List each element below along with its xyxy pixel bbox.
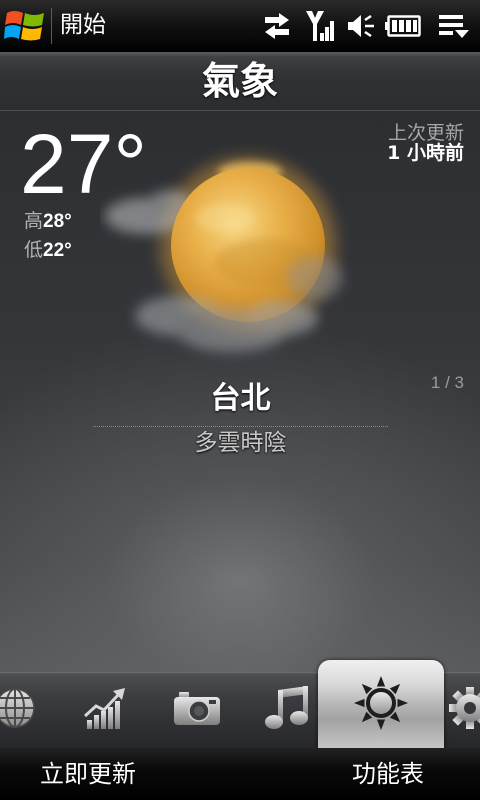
sync-icon[interactable] — [262, 12, 292, 40]
status-bar: 開始 — [0, 0, 480, 52]
tab-music[interactable] — [262, 672, 314, 748]
stocks-chart-icon — [83, 688, 125, 729]
cloud-right — [287, 256, 343, 300]
page-indicator: 1 / 3 — [430, 373, 464, 392]
start-button[interactable]: 開始 — [0, 0, 118, 52]
weather-sun-icon — [354, 676, 408, 730]
menu-softkey[interactable]: 功能表 — [300, 748, 480, 800]
start-separator — [51, 8, 52, 44]
menu-label: 功能表 — [352, 760, 424, 788]
signal-icon[interactable] — [305, 9, 335, 43]
weather-screen: 開始 氣象 27° 高28° 低22° 上次更新 1 小時前 1 / 3 台北 … — [0, 0, 480, 800]
last-updated-label: 上次更新 — [387, 122, 464, 144]
update-now-softkey[interactable]: 立即更新 — [0, 748, 200, 800]
tab-globe[interactable] — [0, 672, 44, 748]
sun-with-clouds-icon — [105, 157, 343, 352]
weather-condition: 多雲時陰 — [194, 430, 287, 456]
menu-icon[interactable] — [437, 12, 471, 40]
settings-gear-icon — [449, 687, 480, 729]
tab-stocks[interactable] — [80, 672, 130, 748]
high-temperature: 高28° — [24, 209, 72, 234]
weather-panel[interactable]: 27° 高28° 低22° 上次更新 1 小時前 1 / 3 台北 多雲時陰 — [0, 111, 480, 672]
city-name: 台北 — [210, 381, 271, 416]
low-value: 22° — [43, 240, 72, 261]
tab-settings[interactable] — [446, 672, 480, 748]
speaker-icon[interactable] — [346, 12, 378, 40]
page-title: 氣象 — [201, 59, 278, 103]
last-updated-value: 1 小時前 — [387, 142, 464, 164]
start-label: 開始 — [60, 12, 106, 38]
city-divider — [93, 426, 388, 427]
title-bar: 氣象 — [0, 52, 480, 111]
tab-weather[interactable] — [318, 660, 444, 748]
high-label: 高 — [24, 210, 44, 232]
music-icon — [265, 686, 308, 729]
tab-camera[interactable] — [170, 672, 224, 748]
low-label: 低 — [24, 239, 44, 261]
high-value: 28° — [43, 211, 72, 232]
low-temperature: 低22° — [24, 238, 72, 263]
battery-icon[interactable] — [385, 14, 422, 38]
camera-icon — [174, 692, 220, 725]
windows-logo-icon — [4, 11, 44, 41]
globe-icon — [0, 688, 35, 728]
update-now-label: 立即更新 — [40, 760, 136, 788]
